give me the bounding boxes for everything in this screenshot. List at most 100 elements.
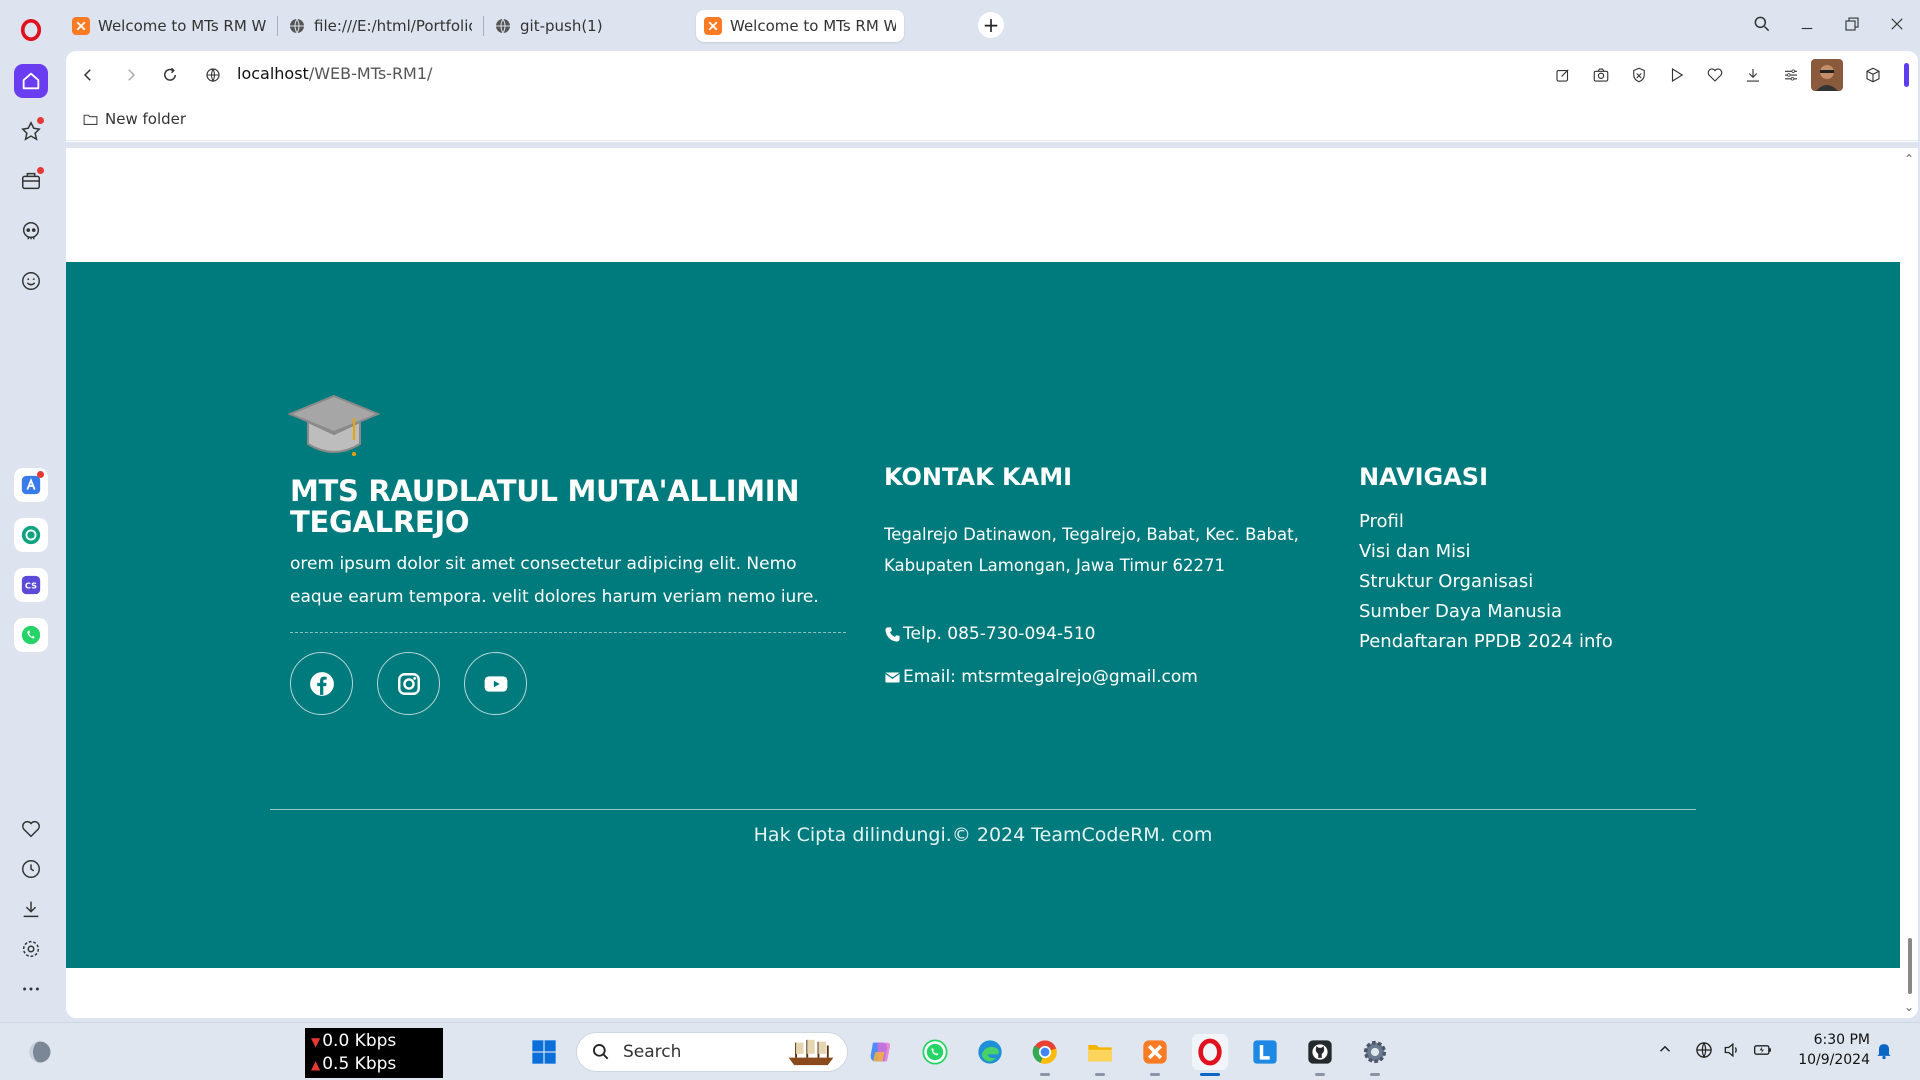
whatsapp-taskbar-icon[interactable] bbox=[917, 1034, 953, 1070]
folder-icon bbox=[83, 114, 98, 125]
bookmark-folder[interactable]: New folder bbox=[82, 110, 186, 128]
pinboard-icon[interactable] bbox=[14, 114, 48, 148]
system-clock[interactable]: 6:30 PM 10/9/2024 bbox=[1790, 1030, 1870, 1070]
heart-icon[interactable] bbox=[14, 812, 48, 846]
tab-bar: Welcome to MTs RM Web file:///E:/html/Po… bbox=[64, 0, 1920, 50]
xampp-favicon-icon bbox=[704, 17, 722, 35]
tab-file-portfolio[interactable]: file:///E:/html/Portfolio-Ri bbox=[280, 10, 480, 42]
scroll-down-icon[interactable]: ⌄ bbox=[1904, 1000, 1914, 1014]
app-store-icon[interactable] bbox=[14, 468, 48, 502]
tray-chevron-icon[interactable] bbox=[1656, 1040, 1674, 1062]
settings-icon[interactable] bbox=[14, 932, 48, 966]
bookmark-folder-label: New folder bbox=[105, 110, 187, 128]
nav-link-sdm[interactable]: Sumber Daya Manusia bbox=[1359, 601, 1562, 622]
phone-icon bbox=[885, 626, 900, 642]
contact-email-text: Email: mtsrmtegalrejo@gmail.com bbox=[903, 667, 1198, 687]
instagram-link[interactable] bbox=[377, 652, 440, 715]
clock-date: 10/9/2024 bbox=[1798, 1052, 1870, 1068]
notification-bell-icon[interactable] bbox=[1874, 1040, 1894, 1064]
opera-logo-icon[interactable] bbox=[14, 13, 48, 47]
browser-window: localhost/WEB-MTs-RM1/ New folder MTS RA… bbox=[66, 51, 1918, 1018]
file-explorer-icon[interactable] bbox=[1082, 1034, 1118, 1076]
clock-time: 6:30 PM bbox=[1813, 1032, 1870, 1048]
l-app-icon[interactable] bbox=[1247, 1034, 1283, 1070]
edge-icon[interactable] bbox=[972, 1034, 1008, 1070]
downloads-icon[interactable] bbox=[14, 892, 48, 926]
settings-taskbar-icon[interactable] bbox=[1357, 1034, 1393, 1076]
site-footer: MTS RAUDLATUL MUTA'ALLIMIN TEGALREJO ore… bbox=[66, 262, 1900, 968]
facebook-link[interactable] bbox=[290, 652, 353, 715]
weather-widget-icon[interactable] bbox=[22, 1034, 58, 1070]
reload-icon[interactable] bbox=[158, 63, 182, 87]
back-icon[interactable] bbox=[76, 63, 100, 87]
home-icon[interactable] bbox=[14, 64, 48, 98]
volume-icon[interactable] bbox=[1722, 1040, 1742, 1064]
scroll-up-icon[interactable]: ⌃ bbox=[1904, 152, 1914, 166]
tab-welcome-active[interactable]: Welcome to MTs RM Web bbox=[696, 10, 904, 42]
forward-icon[interactable] bbox=[119, 63, 143, 87]
edit-icon[interactable] bbox=[1551, 63, 1575, 87]
history-icon[interactable] bbox=[14, 852, 48, 886]
easy-setup-icon[interactable] bbox=[1779, 63, 1803, 87]
url-host: localhost bbox=[237, 64, 309, 83]
shield-icon[interactable] bbox=[1627, 63, 1651, 87]
tab-separator bbox=[277, 16, 278, 36]
search-placeholder: Search bbox=[623, 1042, 682, 1062]
close-window-icon[interactable] bbox=[1882, 10, 1912, 38]
contact-address: Tegalrejo Datinawon, Tegalrejo, Babat, K… bbox=[884, 525, 1299, 575]
nav-link-profil[interactable]: Profil bbox=[1359, 511, 1404, 532]
taskbar-search[interactable]: Search bbox=[576, 1032, 848, 1072]
profile-avatar[interactable] bbox=[1811, 59, 1843, 91]
instagram-icon bbox=[397, 672, 420, 695]
site-info-globe-icon[interactable] bbox=[201, 63, 225, 87]
nav-title: NAVIGASI bbox=[1359, 463, 1489, 491]
download-icon[interactable] bbox=[1741, 63, 1765, 87]
skull-icon[interactable] bbox=[14, 214, 48, 248]
battery-icon[interactable] bbox=[1752, 1040, 1774, 1064]
network-monitor: ▼ 0.0 Kbps ▲ 0.5 Kbps bbox=[305, 1028, 443, 1078]
contact-phone-text: Telp. 085-730-094-510 bbox=[903, 624, 1096, 644]
sidebar-toggle-indicator[interactable] bbox=[1904, 63, 1909, 87]
play-icon[interactable] bbox=[1665, 63, 1689, 87]
windows-taskbar: ▼ 0.0 Kbps ▲ 0.5 Kbps Search 6:30 PM 10/… bbox=[0, 1022, 1920, 1080]
search-tabs-icon[interactable] bbox=[1747, 10, 1777, 38]
scroll-thumb[interactable] bbox=[1908, 938, 1912, 994]
restore-icon[interactable] bbox=[1837, 10, 1867, 38]
github-desktop-icon[interactable] bbox=[1302, 1034, 1338, 1076]
address-bar: localhost/WEB-MTs-RM1/ bbox=[66, 51, 1918, 99]
heart-bookmark-icon[interactable] bbox=[1703, 63, 1727, 87]
chrome-icon[interactable] bbox=[1027, 1034, 1063, 1076]
smiley-icon[interactable] bbox=[14, 264, 48, 298]
globe-favicon-icon bbox=[494, 17, 512, 35]
language-globe-icon[interactable] bbox=[1694, 1040, 1714, 1064]
ship-highlight-icon bbox=[788, 1039, 834, 1066]
nav-link-ppdb[interactable]: Pendaftaran PPDB 2024 info bbox=[1359, 631, 1613, 652]
minimize-icon[interactable] bbox=[1792, 10, 1822, 38]
more-icon[interactable] bbox=[14, 972, 48, 1006]
globe-favicon-icon bbox=[288, 17, 306, 35]
camera-icon[interactable] bbox=[1589, 63, 1613, 87]
youtube-link[interactable] bbox=[464, 652, 527, 715]
cs-app-icon[interactable]: CS bbox=[14, 568, 48, 602]
wallet-icon[interactable] bbox=[14, 164, 48, 198]
url-field[interactable]: localhost/WEB-MTs-RM1/ bbox=[237, 64, 432, 83]
start-windows-icon[interactable] bbox=[526, 1034, 562, 1070]
new-tab-button[interactable]: + bbox=[978, 12, 1004, 38]
xampp-icon[interactable] bbox=[1137, 1034, 1173, 1076]
xampp-favicon-icon bbox=[72, 17, 90, 35]
tab-separator bbox=[483, 16, 484, 36]
nav-link-visi-misi[interactable]: Visi dan Misi bbox=[1359, 541, 1471, 562]
svg-text:CS: CS bbox=[25, 581, 37, 591]
copilot-icon[interactable] bbox=[862, 1034, 898, 1070]
tab-git-push[interactable]: git-push(1) bbox=[486, 10, 686, 42]
whatsapp-icon[interactable] bbox=[14, 618, 48, 652]
net-up-speed: 0.5 Kbps bbox=[322, 1054, 397, 1074]
nav-link-struktur[interactable]: Struktur Organisasi bbox=[1359, 571, 1533, 592]
chatgpt-icon[interactable] bbox=[14, 518, 48, 552]
extensions-cube-icon[interactable] bbox=[1861, 63, 1885, 87]
page-scrollbar[interactable]: ⌃ ⌄ bbox=[1900, 148, 1918, 1018]
net-down-speed: 0.0 Kbps bbox=[322, 1031, 397, 1051]
opera-taskbar-icon[interactable] bbox=[1192, 1034, 1228, 1076]
tab-welcome-1[interactable]: Welcome to MTs RM Web bbox=[64, 10, 274, 42]
graduation-cap-icon bbox=[287, 392, 381, 460]
